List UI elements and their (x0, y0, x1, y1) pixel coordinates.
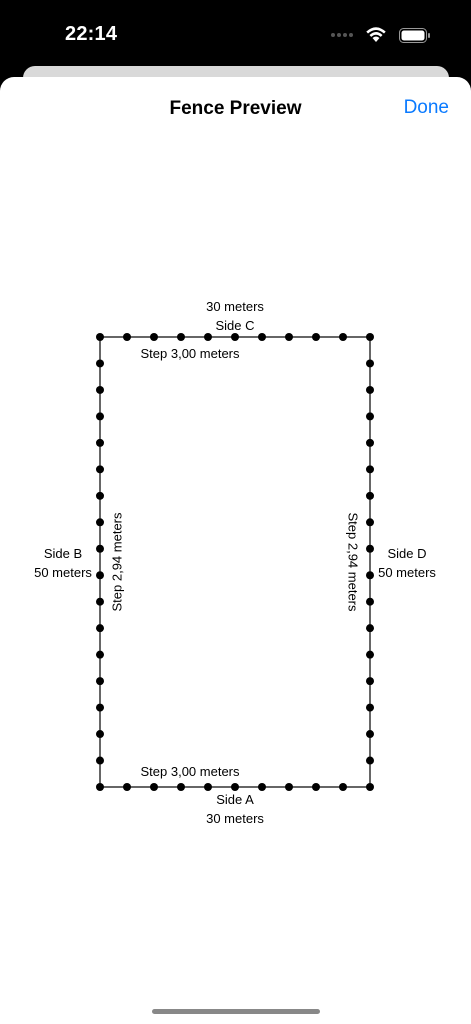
fence-post (150, 333, 158, 341)
side-d-step: Step 2,94 meters (345, 512, 361, 612)
fence-post (285, 783, 293, 791)
fence-post (366, 571, 374, 580)
fence-post (366, 412, 374, 421)
fence-post (96, 571, 104, 580)
fence-post (366, 650, 374, 659)
fence-post (366, 465, 374, 474)
side-a-length: 30 meters (206, 811, 264, 826)
fence-post (96, 756, 104, 765)
fence-post (258, 783, 266, 791)
fence-post (231, 783, 239, 791)
fence-post (96, 333, 104, 341)
side-b-length: 50 meters (34, 565, 92, 580)
side-d-name: Side D (387, 546, 427, 561)
fence-post (366, 730, 374, 739)
side-c-step: Step 3,00 meters (140, 346, 240, 361)
fence-post (96, 491, 104, 500)
fence-post (231, 333, 239, 341)
fence-post (258, 333, 266, 341)
fence-post (96, 438, 104, 447)
fence-post (366, 756, 374, 765)
fence-post (366, 491, 374, 500)
side-d-length: 50 meters (378, 565, 436, 580)
fence-post (366, 597, 374, 606)
fence-post (96, 730, 104, 739)
fence-outline (96, 333, 374, 791)
fence-post (366, 783, 374, 791)
fence-post (123, 333, 131, 341)
side-b-name: Side B (43, 546, 83, 561)
side-a-step: Step 3,00 meters (140, 764, 240, 779)
fence-post (204, 783, 212, 791)
fence-post (123, 783, 131, 791)
fence-post (366, 518, 374, 527)
side-b-step: Step 2,94 meters (109, 512, 125, 612)
fence-post (96, 544, 104, 553)
fence-post (312, 333, 320, 341)
fence-post (96, 677, 104, 686)
fence-post (366, 624, 374, 633)
fence-post (366, 333, 374, 341)
fence-post (96, 465, 104, 474)
fence-post (96, 624, 104, 633)
fence-post (366, 385, 374, 394)
fence-post (96, 359, 104, 368)
fence-diagram: 30 meters Side C Step 3,00 meters Step 3… (0, 0, 471, 1024)
fence-post (150, 783, 158, 791)
fence-post (177, 333, 185, 341)
fence-post (339, 783, 347, 791)
fence-post (366, 438, 374, 447)
fence-post (366, 703, 374, 712)
side-a-name: Side A (216, 792, 254, 807)
fence-post (285, 333, 293, 341)
fence-post (366, 677, 374, 686)
fence-post (96, 597, 104, 606)
fence-post (96, 703, 104, 712)
fence-post (204, 333, 212, 341)
fence-post (96, 650, 104, 659)
fence-post (177, 783, 185, 791)
fence-post (96, 385, 104, 394)
side-c-length: 30 meters (206, 299, 264, 314)
fence-post (96, 518, 104, 527)
fence-post (339, 333, 347, 341)
fence-rectangle (99, 336, 371, 788)
side-c-name: Side C (215, 318, 255, 333)
fence-post (96, 412, 104, 421)
fence-post (366, 359, 374, 368)
home-indicator[interactable] (152, 1009, 320, 1014)
fence-post (96, 783, 104, 791)
fence-post (366, 544, 374, 553)
fence-post (312, 783, 320, 791)
